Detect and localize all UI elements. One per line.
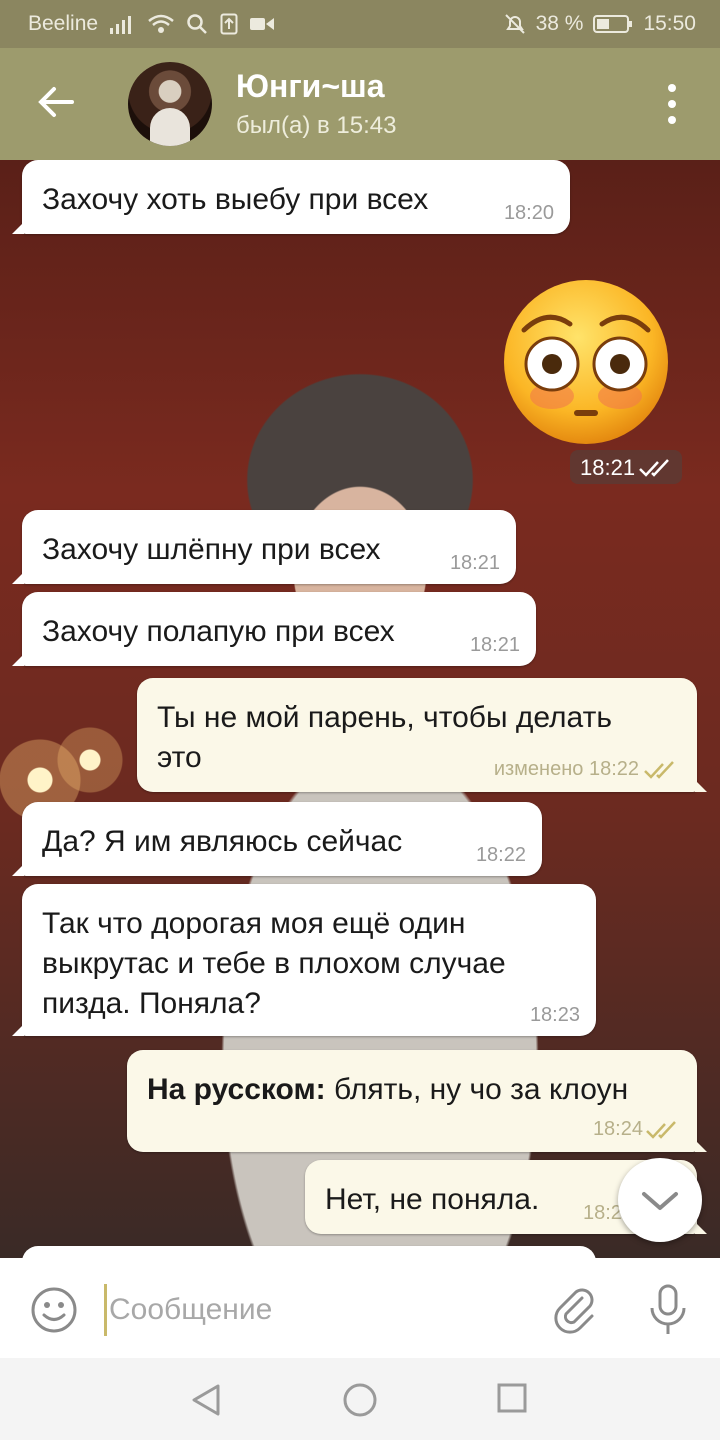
last-seen-status: был(а) в 15:43 bbox=[236, 112, 397, 139]
nav-back-icon[interactable] bbox=[186, 1382, 226, 1418]
message-text: блять, ну чо за клоун bbox=[325, 1073, 629, 1106]
double-check-icon bbox=[644, 761, 674, 779]
double-check-icon bbox=[639, 459, 669, 477]
message-text-line: это bbox=[157, 741, 202, 774]
message-time: 18:22 bbox=[475, 844, 526, 866]
upload-icon bbox=[220, 13, 238, 35]
message-input-bar bbox=[0, 1258, 720, 1358]
system-nav-bar bbox=[0, 1358, 720, 1440]
battery-icon bbox=[593, 15, 633, 33]
nav-home-icon[interactable] bbox=[342, 1382, 378, 1418]
message-incoming[interactable]: Так что дорогая моя ещё один выкрутас и … bbox=[12, 884, 596, 1036]
message-incoming-partial[interactable] bbox=[22, 1246, 596, 1258]
message-time: 18:23 bbox=[529, 1004, 580, 1026]
flushed-face-icon[interactable] bbox=[502, 278, 670, 446]
chevron-down-icon bbox=[642, 1192, 678, 1210]
wifi-icon bbox=[148, 14, 174, 33]
message-text: Нет, не поняла. bbox=[325, 1183, 540, 1216]
message-bold-prefix: На русском: bbox=[147, 1073, 326, 1106]
status-bar: Beeline 38 % 15:50 bbox=[0, 0, 720, 48]
scroll-to-bottom-button[interactable] bbox=[618, 1158, 702, 1242]
message-time: 18:2 bbox=[583, 1202, 622, 1224]
message-text: Да? Я им являюсь сейчас bbox=[42, 825, 403, 858]
message-text-line: На русском: блять, ну чо за клоун bbox=[147, 1070, 628, 1110]
message-time: 18:21 bbox=[449, 552, 500, 574]
emoji-time-badge: 18:21 bbox=[570, 450, 682, 484]
avatar[interactable] bbox=[128, 62, 212, 146]
message-text-line: выкрутас и тебе в плохом случае bbox=[42, 947, 506, 980]
message-time: изменено 18:22 bbox=[493, 758, 639, 780]
message-time: 18:20 bbox=[503, 202, 554, 224]
back-arrow-icon[interactable] bbox=[36, 82, 76, 122]
message-text-line: Ты не мой парень, чтобы делать bbox=[157, 701, 612, 734]
message-input[interactable] bbox=[104, 1284, 531, 1336]
chat-header: Юнги~ша был(а) в 15:43 bbox=[0, 48, 720, 160]
message-time: 18:21 bbox=[580, 455, 636, 480]
message-incoming[interactable]: Да? Я им являюсь сейчас 18:22 bbox=[12, 802, 542, 876]
chat-messages[interactable]: Захочу хоть выебу при всех 18:20 18:21 З… bbox=[0, 160, 720, 1258]
message-text-line: пизда. Поняла? bbox=[42, 987, 261, 1020]
message-text: Захочу хоть выебу при всех bbox=[42, 183, 429, 216]
more-menu-icon[interactable] bbox=[660, 84, 684, 124]
nav-recents-icon[interactable] bbox=[496, 1382, 528, 1414]
message-text-line: Так что дорогая моя ещё один bbox=[42, 907, 466, 940]
double-check-icon bbox=[646, 1121, 676, 1139]
search-icon bbox=[187, 14, 207, 34]
carrier-label: Beeline bbox=[28, 12, 99, 35]
battery-percent: 38 % bbox=[535, 12, 584, 35]
message-time: 18:24 bbox=[592, 1118, 643, 1140]
signal-icon bbox=[110, 16, 132, 34]
message-text: Захочу полапую при всех bbox=[42, 615, 395, 648]
contact-name[interactable]: Юнги~ша bbox=[236, 68, 384, 105]
mute-bell-icon bbox=[504, 14, 525, 34]
message-text: Захочу шлёпну при всех bbox=[42, 533, 381, 566]
paperclip-icon[interactable] bbox=[552, 1286, 600, 1334]
message-incoming[interactable]: Захочу шлёпну при всех 18:21 bbox=[12, 510, 516, 584]
video-camera-icon bbox=[250, 18, 275, 30]
message-incoming[interactable]: Захочу полапую при всех 18:21 bbox=[12, 592, 536, 666]
smiley-icon[interactable] bbox=[30, 1286, 78, 1334]
message-time: 18:21 bbox=[469, 634, 520, 656]
message-outgoing[interactable]: На русском: блять, ну чо за клоун 18:24 bbox=[127, 1050, 707, 1152]
clock: 15:50 bbox=[643, 12, 696, 35]
message-outgoing[interactable]: Ты не мой парень, чтобы делать это измен… bbox=[137, 678, 707, 792]
message-incoming[interactable]: Захочу хоть выебу при всех 18:20 bbox=[12, 160, 570, 234]
microphone-icon[interactable] bbox=[644, 1282, 692, 1338]
